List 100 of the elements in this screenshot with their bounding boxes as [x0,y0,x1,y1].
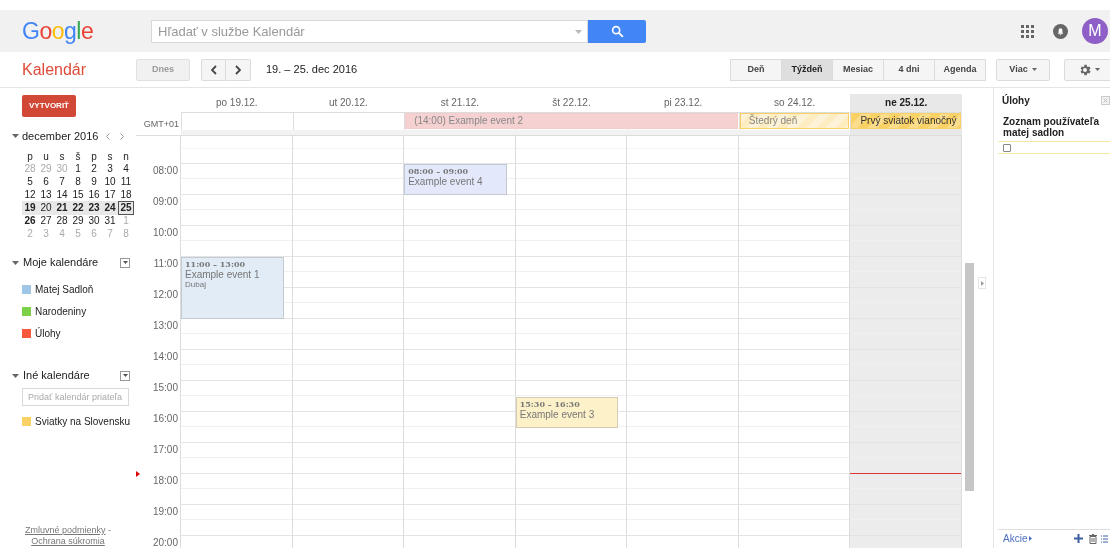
calendar-day[interactable]: 18 [118,187,134,202]
calendar-day[interactable]: 20 [38,200,54,215]
section-title[interactable]: Moje kalendáre [23,254,120,271]
notifications-icon[interactable] [1053,23,1068,39]
calendar-day[interactable]: 31 [102,213,118,228]
weekday-label: š [74,149,82,164]
calendar-name[interactable]: Úlohy [35,326,61,341]
calendar-name[interactable]: Sviatky na Slovensku [35,414,131,429]
day-header[interactable]: po 19.12. [181,94,293,112]
calendar-day[interactable]: 27 [38,213,54,228]
calendar-day[interactable]: 21 [54,200,70,215]
hour-label: 13:00 [151,319,178,331]
collapse-icon[interactable] [12,134,19,139]
calendar-color-swatch[interactable] [22,417,31,426]
chevron-right-icon[interactable] [120,132,124,140]
calendar-day[interactable]: 26 [22,213,38,228]
add-icon[interactable] [1074,534,1083,543]
more-button[interactable]: Viac [996,58,1050,81]
calendar-day[interactable]: 14 [54,187,70,202]
hour-label: 10:00 [151,226,178,238]
calendar-day[interactable]: 30 [86,213,102,228]
separator: - [107,525,112,535]
trash-icon[interactable] [1089,533,1097,544]
calendar-day[interactable]: 22 [70,200,86,215]
calendar-day[interactable]: 10 [102,174,118,189]
previous-button[interactable] [201,58,226,81]
event-time: 08:00 – 09:00 [408,166,470,176]
create-button[interactable]: VYTVORIŤ [22,95,76,117]
calendar-day[interactable]: 29 [70,213,86,228]
calendar-day[interactable]: 24 [102,200,118,215]
calendar-day[interactable]: 11 [118,174,134,189]
section-title[interactable]: Iné kalendáre [23,367,120,384]
calendar-day[interactable]: 9 [86,174,102,189]
dropdown-icon[interactable] [575,29,582,34]
settings-button[interactable] [1064,58,1110,81]
actions-link[interactable]: Akcie [1003,531,1033,546]
calendar-day[interactable]: 1 [70,161,86,176]
event-card[interactable]: 15:30 – 16:30 Example event 3 [515,396,619,428]
month-title[interactable]: december 2016 [22,128,106,145]
day-header[interactable]: ne 25.12. [850,94,962,112]
search-button[interactable] [588,19,646,43]
search-field[interactable]: Hľadať v službe Kalendár [151,19,588,43]
panel-title: Úlohy [1002,93,1030,108]
task-checkbox[interactable] [1003,143,1011,152]
day-header[interactable]: ut 20.12. [292,94,405,112]
dropdown-button[interactable] [120,370,130,381]
close-icon[interactable] [1101,96,1110,105]
day-header[interactable]: so 24.12. [738,94,851,112]
calendar-color-swatch[interactable] [22,307,31,316]
view-tab[interactable]: Agenda [934,58,986,81]
day-header[interactable]: št 22.12. [515,94,628,112]
hour-label: 15:00 [151,381,178,393]
calendar-day[interactable]: 7 [54,174,70,189]
calendar-day[interactable]: 3 [102,161,118,176]
day-header[interactable]: st 21.12. [404,94,516,112]
collapse-icon[interactable] [12,260,19,265]
calendar-day[interactable]: 28 [54,213,70,228]
calendar-day[interactable]: 17 [102,187,118,202]
privacy-link[interactable]: Ochrana súkromia [31,536,105,546]
calendar-day[interactable]: 15 [70,187,86,202]
calendar-day[interactable]: 12 [22,187,38,202]
calendar-day[interactable]: 4 [118,161,134,176]
calendar-day[interactable]: 8 [70,174,86,189]
chevron-left-icon[interactable] [106,132,110,140]
scrollbar[interactable] [965,263,974,491]
calendar-day[interactable]: 6 [38,174,54,189]
event-card[interactable]: 11:00 – 13:00 Example event 1 Dubaj [181,257,284,319]
view-tab[interactable]: Týždeň [781,58,833,81]
date-range: 19. – 25. dec 2016 [266,62,358,78]
timezone-label: GMT+01 [142,118,180,130]
hour-label: 11:00 [152,257,178,269]
event-card[interactable]: 08:00 – 09:00 Example event 4 [404,164,507,195]
view-tab[interactable]: 4 dni [883,58,935,81]
view-tab[interactable]: Mesiac [832,58,884,81]
calendar-name[interactable]: Matej Sadloň [35,282,94,297]
list-icon[interactable] [1101,534,1110,543]
calendar-color-swatch[interactable] [22,329,31,338]
day-header[interactable]: pi 23.12. [627,94,739,112]
calendar-day[interactable]: 13 [38,187,54,202]
chevron-right-icon [235,64,241,75]
calendar-name[interactable]: Narodeniny [35,304,87,319]
next-button[interactable] [226,58,251,81]
collapse-icon[interactable] [12,373,19,378]
calendar-day[interactable]: 2 [86,161,102,176]
collapse-panel-button[interactable] [978,277,986,289]
calendar-day[interactable]: 5 [22,174,38,189]
view-tab[interactable]: Deň [730,58,782,81]
settings-icon [1078,62,1092,77]
calendar-day[interactable]: 25 [118,200,134,215]
terms-link[interactable]: Zmluvné podmienky [24,525,106,535]
apps-icon[interactable] [1021,24,1034,38]
add-calendar-field[interactable]: Pridať kalendár priateľa [22,387,129,406]
avatar[interactable]: M [1082,18,1108,44]
all-day-event[interactable]: Prvý sviatok vianočný [851,113,961,129]
dropdown-button[interactable] [120,257,130,268]
calendar-color-swatch[interactable] [22,285,31,294]
calendar-day[interactable]: 16 [86,187,102,202]
hour-label: 17:00 [151,443,178,455]
calendar-day[interactable]: 19 [22,200,38,215]
calendar-day[interactable]: 23 [86,200,102,215]
